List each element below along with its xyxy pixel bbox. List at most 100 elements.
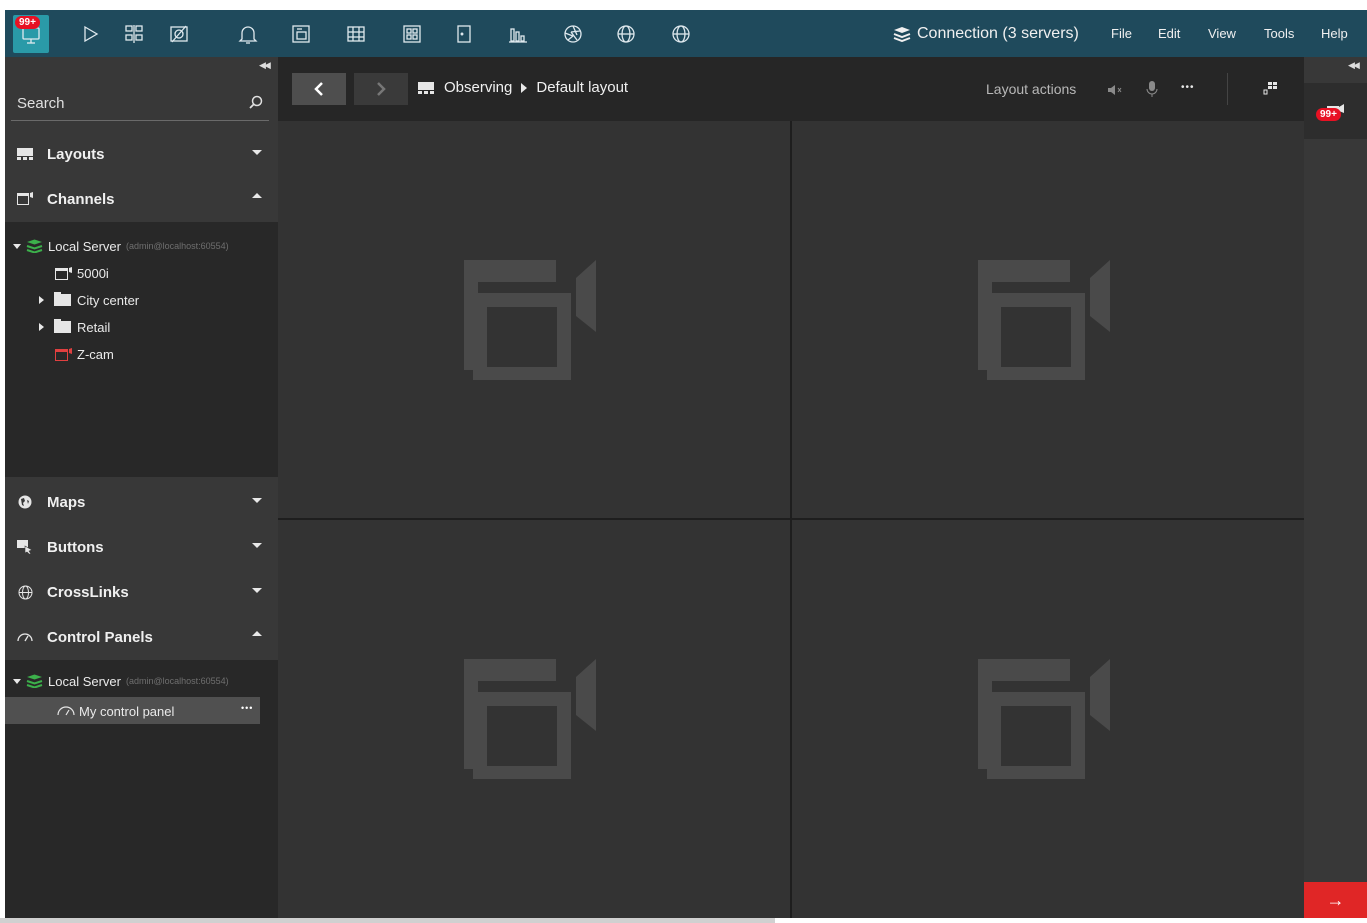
chevron-down-icon bbox=[252, 498, 262, 503]
camera-placeholder-icon bbox=[464, 659, 596, 779]
camera-placeholder-icon bbox=[978, 259, 1110, 380]
top-toolbar: 99+ Connection (3 servers) File Edit Vie… bbox=[5, 10, 1367, 57]
tree-item-retail[interactable]: Retail bbox=[39, 316, 110, 338]
more-options-icon[interactable]: ••• bbox=[1181, 82, 1195, 93]
expand-icon bbox=[13, 678, 21, 684]
folder-icon bbox=[54, 292, 71, 306]
no-camera-icon bbox=[170, 25, 188, 42]
gauge-icon bbox=[57, 706, 75, 716]
horizontal-scrollbar[interactable] bbox=[0, 918, 775, 923]
menu-help[interactable]: Help bbox=[1321, 10, 1348, 57]
breadcrumb-mode[interactable]: Observing bbox=[444, 79, 512, 96]
tree-item-5000i[interactable]: 5000i bbox=[55, 262, 109, 284]
control-panel-item[interactable]: My control panel ••• bbox=[5, 697, 260, 724]
camera-grid bbox=[278, 121, 1304, 918]
playback-button[interactable] bbox=[73, 10, 107, 57]
notification-badge: 99+ bbox=[15, 16, 40, 29]
video-wall-icon bbox=[403, 24, 421, 43]
layout-switch-icon[interactable] bbox=[1263, 81, 1279, 95]
events-panel-button[interactable]: 99+ bbox=[1304, 83, 1367, 139]
tree-item-city-center[interactable]: City center bbox=[39, 289, 139, 311]
back-button[interactable] bbox=[292, 73, 346, 105]
layouts-icon bbox=[17, 147, 33, 161]
web-link-button[interactable] bbox=[609, 10, 643, 57]
monitor-button[interactable]: 99+ bbox=[13, 15, 49, 53]
server-name: Local Server bbox=[48, 673, 121, 689]
camera-cell[interactable] bbox=[792, 520, 1304, 918]
camera-offline-icon bbox=[55, 348, 72, 361]
menu-edit[interactable]: Edit bbox=[1158, 10, 1180, 57]
camera-cell[interactable] bbox=[278, 121, 790, 518]
server-login: (admin@localhost:60554) bbox=[125, 241, 229, 251]
expand-icon bbox=[13, 243, 21, 249]
section-channels-label: Channels bbox=[47, 190, 115, 208]
section-channels[interactable]: Channels bbox=[5, 177, 278, 221]
tree-item-z-cam[interactable]: Z-cam bbox=[55, 343, 114, 365]
reports-button[interactable] bbox=[501, 10, 535, 57]
channels-tree: Local Server (admin@localhost:60554) 500… bbox=[5, 222, 278, 477]
chevron-right-icon bbox=[377, 82, 386, 96]
tree-item-label: Z-cam bbox=[77, 346, 114, 362]
section-layouts[interactable]: Layouts bbox=[5, 132, 278, 176]
control-panel-row: My control panel bbox=[57, 700, 174, 722]
breadcrumb-layout[interactable]: Default layout bbox=[536, 79, 628, 96]
copy-icon bbox=[292, 24, 310, 43]
server-icon bbox=[26, 674, 43, 688]
layouts-icon bbox=[418, 81, 434, 94]
layout-actions-button[interactable]: Layout actions bbox=[986, 81, 1076, 97]
copy-button[interactable] bbox=[284, 10, 318, 57]
right-panel: ◀◀ 99+ → bbox=[1304, 57, 1367, 918]
chevron-down-icon bbox=[252, 588, 262, 593]
search-placeholder: Search bbox=[17, 95, 65, 112]
access-control-button[interactable] bbox=[447, 10, 481, 57]
section-control-panels[interactable]: Control Panels bbox=[5, 615, 278, 659]
speaker-mute-icon[interactable] bbox=[1107, 84, 1123, 96]
layouts-grid-button[interactable] bbox=[117, 10, 151, 57]
camera-cell[interactable] bbox=[792, 121, 1304, 518]
section-maps-label: Maps bbox=[47, 493, 86, 511]
connection-label: Connection (3 servers) bbox=[917, 24, 1079, 42]
section-buttons[interactable]: Buttons bbox=[5, 525, 278, 569]
tree-item-label: Retail bbox=[77, 319, 111, 335]
camera-cell[interactable] bbox=[278, 520, 790, 918]
section-crosslinks[interactable]: CrossLinks bbox=[5, 570, 278, 614]
toolbar-divider bbox=[1227, 73, 1228, 105]
folder-icon bbox=[54, 319, 71, 333]
chevron-up-icon bbox=[252, 193, 262, 198]
menu-view[interactable]: View bbox=[1208, 10, 1236, 57]
layout-toolbar: Observing Default layout Layout actions … bbox=[278, 57, 1304, 121]
collapse-sidebar-icon[interactable]: ◀◀ bbox=[259, 60, 271, 71]
tree-server-row[interactable]: Local Server (admin@localhost:60554) bbox=[13, 670, 229, 692]
aperture-icon bbox=[564, 24, 582, 43]
video-wall-button[interactable] bbox=[395, 10, 429, 57]
forward-button[interactable] bbox=[354, 73, 408, 105]
camera-placeholder-icon bbox=[978, 659, 1110, 779]
table-icon bbox=[347, 25, 365, 42]
web-link-button-2[interactable] bbox=[664, 10, 698, 57]
search-input[interactable]: Search bbox=[11, 83, 269, 121]
events-button[interactable] bbox=[231, 10, 265, 57]
camera-off-button[interactable] bbox=[162, 10, 196, 57]
www-icon bbox=[17, 585, 33, 599]
menu-file[interactable]: File bbox=[1111, 10, 1132, 57]
gauge-icon bbox=[17, 630, 33, 644]
tree-item-label: 5000i bbox=[77, 265, 109, 281]
www-icon bbox=[617, 24, 635, 43]
connection-button[interactable]: Connection (3 servers) bbox=[893, 10, 1079, 57]
section-control-panels-label: Control Panels bbox=[47, 628, 153, 646]
aperture-button[interactable] bbox=[556, 10, 590, 57]
tree-server-row[interactable]: Local Server (admin@localhost:60554) bbox=[13, 235, 229, 257]
breadcrumb: Observing Default layout bbox=[418, 79, 628, 96]
menu-tools[interactable]: Tools bbox=[1264, 10, 1294, 57]
chevron-left-icon bbox=[314, 82, 323, 96]
chevron-down-icon bbox=[252, 543, 262, 548]
more-menu-icon[interactable]: ••• bbox=[241, 703, 253, 713]
camera-placeholder-icon bbox=[464, 259, 596, 380]
server-name: Local Server bbox=[48, 238, 121, 254]
forward-arrow-button[interactable]: → bbox=[1304, 882, 1367, 918]
collapse-right-panel-icon[interactable]: ◀◀ bbox=[1348, 60, 1360, 71]
microphone-icon[interactable] bbox=[1146, 81, 1158, 98]
table-button[interactable] bbox=[339, 10, 373, 57]
bar-chart-icon bbox=[509, 27, 527, 43]
section-maps[interactable]: Maps bbox=[5, 480, 278, 524]
